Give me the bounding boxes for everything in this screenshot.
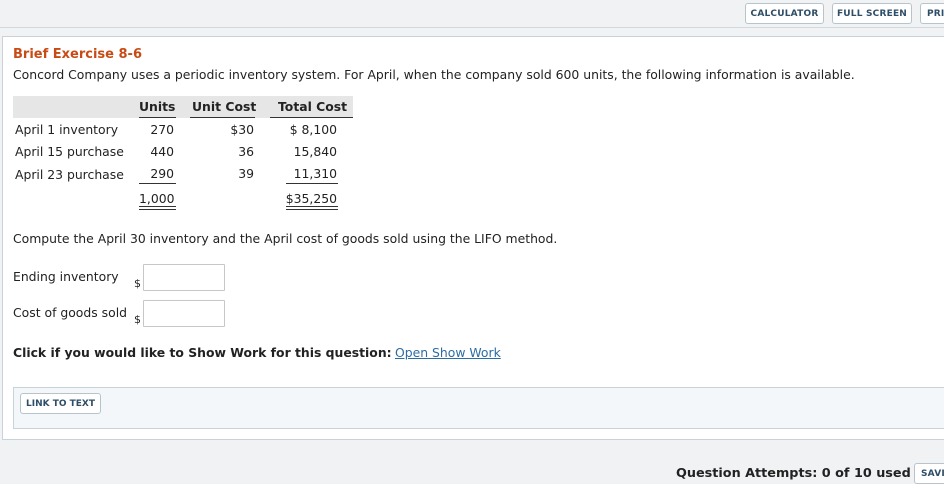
full-screen-button[interactable]: FULL SCREEN	[832, 3, 912, 24]
question-attempts: Question Attempts: 0 of 10 used	[676, 466, 911, 481]
exercise-title: Brief Exercise 8-6	[13, 47, 142, 62]
row-total: $ 8,100	[289, 122, 337, 137]
calculator-button[interactable]: CALCULATOR	[745, 3, 824, 24]
total-cost: $35,250	[285, 191, 337, 206]
total-double-underline-4	[286, 209, 338, 210]
print-button[interactable]: PRI	[920, 3, 944, 24]
row-total: 15,840	[293, 144, 337, 159]
row-label: April 1 inventory	[15, 122, 119, 137]
ending-inventory-currency: $	[134, 277, 141, 290]
cogs-label: Cost of goods sold	[13, 305, 127, 320]
subtotal-underline-total	[286, 183, 338, 184]
cogs-currency: $	[134, 313, 141, 326]
row-unit-cost: 36	[238, 144, 254, 159]
row-total: 11,310	[293, 166, 337, 181]
header-underline-unit-cost	[190, 117, 255, 118]
row-unit-cost: $30	[230, 122, 254, 137]
exercise-intro: Concord Company uses a periodic inventor…	[13, 67, 855, 82]
show-work-prompt: Click if you would like to Show Work for…	[13, 345, 392, 360]
total-units: 1,000	[139, 191, 175, 206]
save-button[interactable]: SAVI	[914, 463, 944, 484]
row-units: 440	[150, 144, 174, 159]
open-show-work-link[interactable]: Open Show Work	[395, 345, 501, 360]
header-underline-total	[270, 117, 353, 118]
row-units: 270	[150, 122, 174, 137]
link-to-text-box	[13, 387, 944, 429]
cogs-input[interactable]	[143, 300, 225, 327]
total-double-underline-2	[139, 209, 176, 210]
ending-inventory-input[interactable]	[143, 264, 225, 291]
header-total-cost: Total Cost	[278, 99, 348, 114]
total-double-underline-1	[139, 206, 176, 207]
subtotal-underline-units	[139, 183, 176, 184]
ending-inventory-label: Ending inventory	[13, 269, 119, 284]
total-double-underline-3	[286, 206, 338, 207]
row-label: April 23 purchase	[15, 167, 124, 182]
header-unit-cost: Unit Cost	[192, 99, 257, 114]
toolbar-divider	[0, 27, 944, 28]
header-underline-units	[139, 117, 176, 118]
question-prompt: Compute the April 30 inventory and the A…	[13, 231, 558, 246]
header-units: Units	[139, 99, 176, 114]
row-label: April 15 purchase	[15, 144, 124, 159]
row-units: 290	[150, 166, 174, 181]
link-to-text-button[interactable]: LINK TO TEXT	[20, 393, 101, 414]
row-unit-cost: 39	[238, 166, 254, 181]
